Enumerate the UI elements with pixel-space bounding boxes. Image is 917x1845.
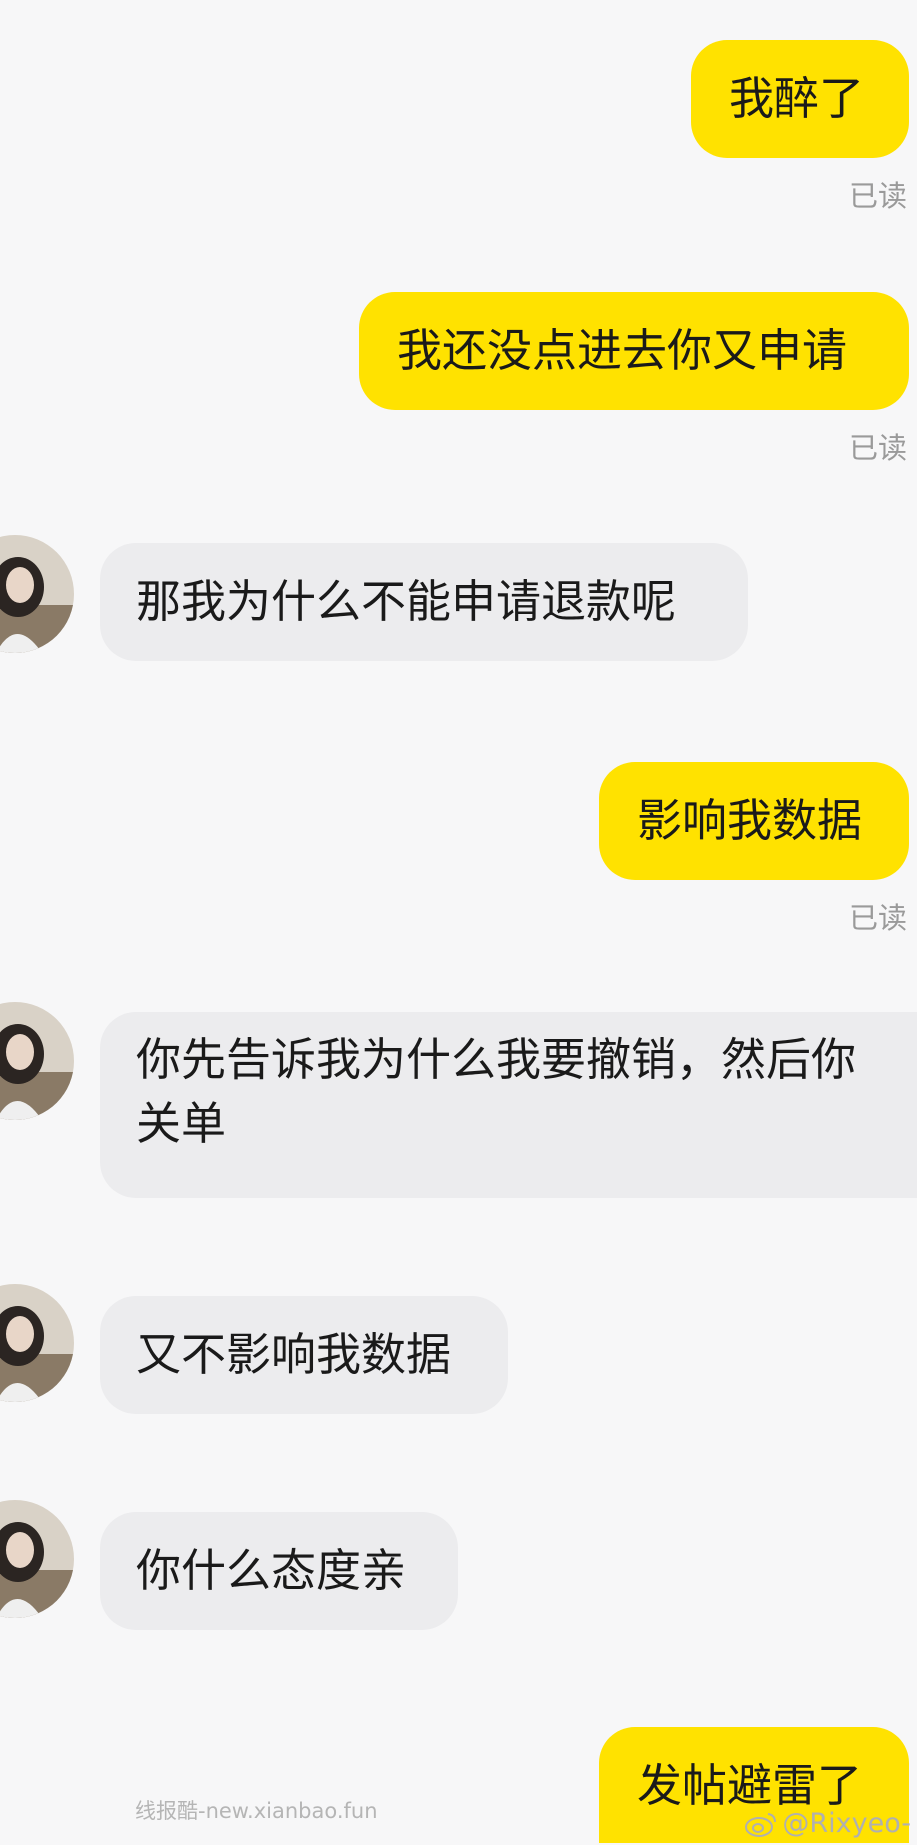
chat-thread[interactable]: 我醉了 已读 我还没点进去你又申请 已读 那我为什么不能申请退款呢 影响我数据 … <box>0 0 917 1843</box>
author-credit: @Rixyeo- <box>744 1808 911 1839</box>
outgoing-message[interactable]: 我还没点进去你又申请 <box>359 292 909 410</box>
read-receipt: 已读 <box>848 179 907 213</box>
contact-avatar[interactable] <box>0 1002 74 1120</box>
incoming-message[interactable]: 那我为什么不能申请退款呢 <box>100 543 748 661</box>
outgoing-message[interactable]: 我醉了 <box>691 40 909 158</box>
credit-handle: @Rixyeo- <box>782 1808 911 1839</box>
avatar-photo-icon <box>0 1002 74 1120</box>
incoming-message[interactable]: 又不影响我数据 <box>100 1296 508 1414</box>
incoming-message[interactable]: 你什么态度亲 <box>100 1512 458 1630</box>
contact-avatar[interactable] <box>0 535 74 653</box>
watermark: 线报酷-new.xianbao.fun <box>135 1799 378 1823</box>
weibo-icon <box>745 1812 777 1837</box>
contact-avatar[interactable] <box>0 1500 74 1618</box>
read-receipt: 已读 <box>848 431 907 465</box>
contact-avatar[interactable] <box>0 1284 74 1402</box>
outgoing-message[interactable]: 影响我数据 <box>599 762 909 880</box>
avatar-photo-icon <box>0 1284 74 1402</box>
avatar-photo-icon <box>0 535 74 653</box>
incoming-message[interactable]: 你先告诉我为什么我要撤销，然后你关单 <box>100 1012 917 1198</box>
avatar-photo-icon <box>0 1500 74 1618</box>
read-receipt: 已读 <box>848 901 907 935</box>
